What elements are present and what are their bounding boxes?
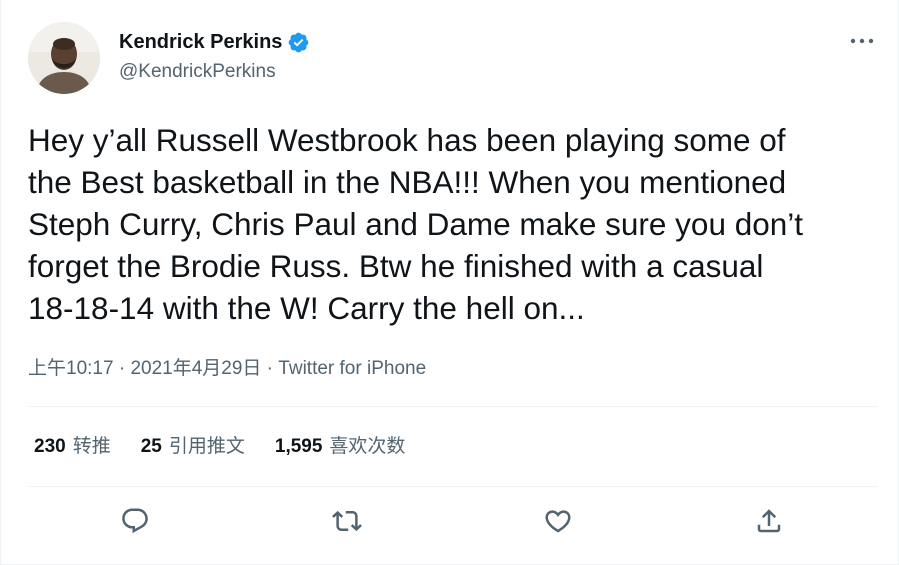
retweets-label: 转推 [72, 436, 111, 457]
meta-separator: · [113, 358, 131, 379]
tweet-metadata: 上午10:17 · 2021年4月29日 · Twitter for iPhon… [28, 356, 426, 382]
share-button[interactable] [751, 503, 787, 539]
author-display-name[interactable]: Kendrick Perkins [119, 29, 282, 55]
share-icon [757, 509, 781, 533]
tweet-source[interactable]: Twitter for iPhone [278, 358, 426, 379]
avatar-image [28, 22, 100, 94]
tweet-card: Kendrick Perkins @KendrickPerkins Hey y’… [0, 0, 899, 565]
tweet-date[interactable]: 2021年4月29日 [130, 358, 261, 379]
quotes-stat[interactable]: 25 引用推文 [141, 434, 245, 460]
likes-count: 1,595 [274, 436, 323, 457]
retweets-stat[interactable]: 230 转推 [34, 434, 111, 460]
tweet-text: Hey y’all Russell Westbrook has been pla… [28, 122, 804, 326]
retweet-icon [332, 510, 362, 532]
likes-stat[interactable]: 1,595 喜欢次数 [275, 434, 406, 460]
reply-button[interactable] [117, 503, 153, 539]
divider-top [28, 406, 878, 407]
likes-label: 喜欢次数 [329, 436, 406, 457]
engagement-stats: 230 转推 25 引用推文 1,595 喜欢次数 [34, 434, 435, 460]
meta-separator: · [261, 358, 279, 379]
retweet-button[interactable] [329, 503, 365, 539]
verified-badge-icon [287, 31, 310, 54]
heart-icon [545, 510, 571, 533]
divider-bottom [28, 486, 878, 487]
quotes-count: 25 [140, 436, 162, 457]
reply-icon [122, 508, 148, 534]
action-bar [28, 503, 878, 543]
author-handle[interactable]: @KendrickPerkins [119, 60, 276, 84]
like-button[interactable] [540, 503, 576, 539]
author-name-row[interactable]: Kendrick Perkins [119, 29, 310, 55]
more-dots-icon [850, 38, 874, 44]
avatar[interactable] [28, 22, 100, 94]
retweets-count: 230 [34, 436, 66, 457]
tweet-time[interactable]: 上午10:17 [28, 358, 114, 379]
more-options-button[interactable] [846, 30, 878, 52]
quotes-label: 引用推文 [168, 436, 245, 457]
